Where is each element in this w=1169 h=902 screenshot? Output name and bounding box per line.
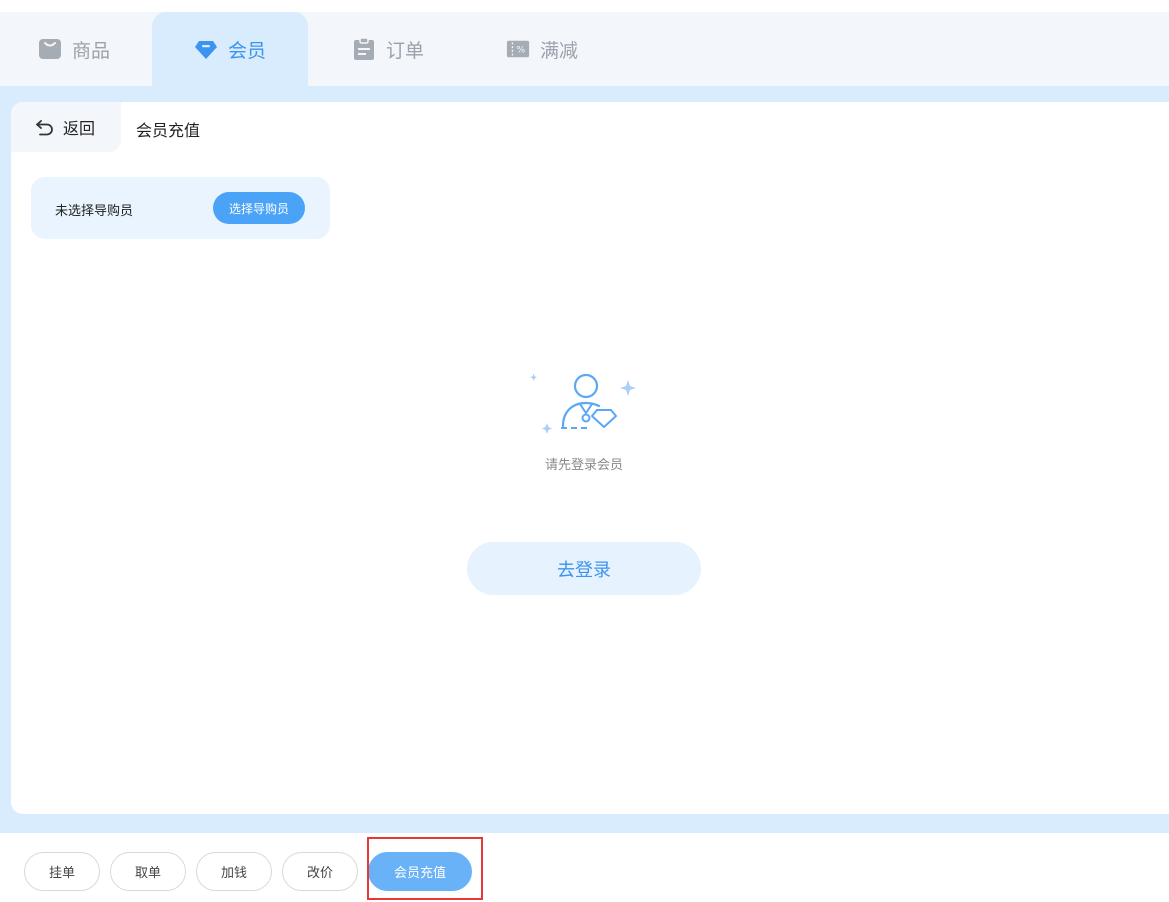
tab-promotion-label: 满减 [540, 39, 579, 62]
tab-order[interactable]: 订单 [352, 12, 424, 86]
shopping-guide-panel: 未选择导购员 选择导购员 [31, 177, 330, 239]
change-price-button[interactable]: 改价 [282, 852, 358, 891]
member-avatar-illustration [530, 373, 636, 434]
tab-order-label: 订单 [386, 39, 425, 62]
content-card: 返回 会员充值 未选择导购员 选择导购员 请先登录会员 去登录 [11, 102, 1169, 814]
shopping-bag-icon [39, 39, 61, 59]
back-button[interactable]: 返回 [11, 102, 121, 152]
diamond-icon [194, 41, 217, 59]
login-prompt-text: 请先登录会员 [544, 458, 623, 473]
bottom-action-bar: 挂单 取单 加钱 改价 会员充值 [0, 833, 1169, 902]
tab-goods-label: 商品 [72, 39, 111, 62]
main-panel: 返回 会员充值 未选择导购员 选择导购员 请先登录会员 去登录 [0, 86, 1169, 833]
tab-promotion[interactable]: % 满减 [506, 12, 578, 86]
shopping-guide-status: 未选择导购员 [55, 204, 134, 219]
clipboard-icon [354, 37, 374, 60]
go-login-button[interactable]: 去登录 [467, 542, 701, 595]
page-title: 会员充值 [136, 121, 201, 140]
svg-text:%: % [516, 45, 525, 56]
tab-member-label: 会员 [227, 39, 266, 62]
tab-goods[interactable]: 商品 [38, 12, 110, 86]
add-fee-button[interactable]: 加钱 [196, 852, 272, 891]
undo-arrow-icon [36, 120, 53, 136]
select-shopping-guide-button[interactable]: 选择导购员 [213, 192, 305, 224]
fetch-order-button[interactable]: 取单 [110, 852, 186, 891]
hold-order-button[interactable]: 挂单 [24, 852, 100, 891]
discount-ticket-icon: % [506, 40, 530, 58]
member-recharge-button[interactable]: 会员充值 [368, 852, 472, 891]
top-tab-bar: 商品 会员 订单 % 满减 [0, 12, 1169, 86]
back-label: 返回 [63, 119, 96, 138]
tab-member[interactable]: 会员 [152, 12, 308, 86]
